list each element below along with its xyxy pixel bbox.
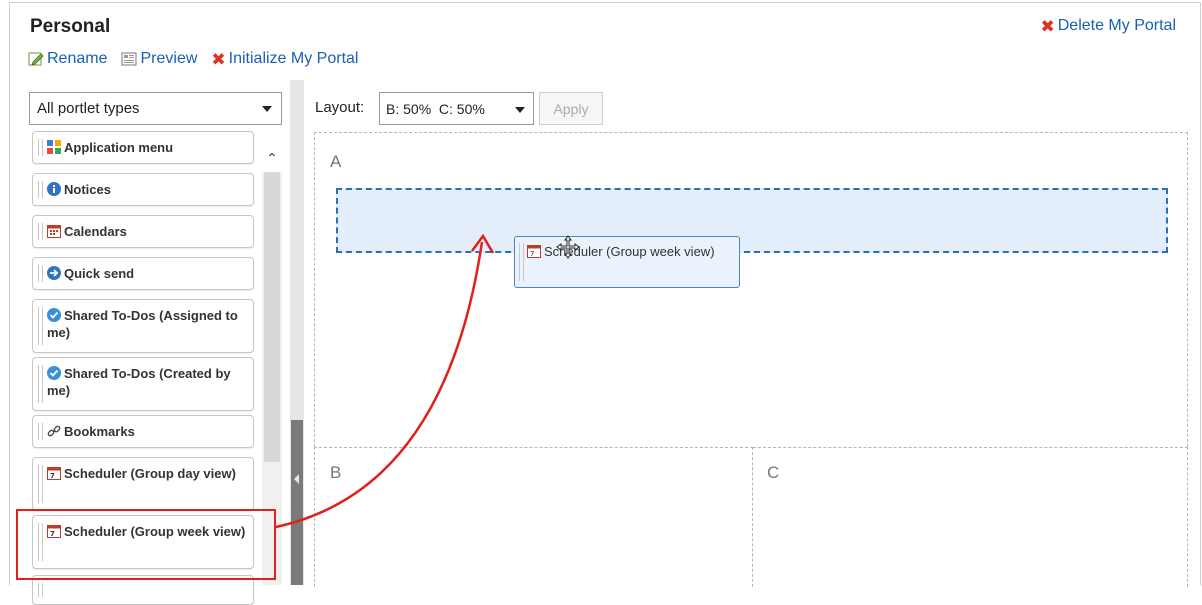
collapse-arrow-icon[interactable] [294,474,299,484]
svg-text:7: 7 [50,472,55,480]
palette-scroll-thumb[interactable] [264,172,280,462]
scroll-up-button[interactable]: ⌃ [262,146,282,170]
portlet-item[interactable]: Calendars [32,215,254,248]
zone-b-label: B [330,463,342,482]
zone-c-label: C [767,463,780,482]
preview-icon [121,52,137,66]
portlet-item[interactable]: Quick send [32,257,254,290]
move-cursor-icon [556,235,580,259]
portlet-item[interactable]: Bookmarks [32,415,254,448]
portlet-item[interactable]: Shared To-Dos (Assigned to me) [32,299,254,353]
todo-icon [47,366,61,380]
link-icon [47,425,61,437]
initialize-my-portal-link[interactable]: ✖ Initialize My Portal [211,50,358,68]
rename-link[interactable]: Rename [28,50,107,68]
dragged-portlet[interactable]: 7 Scheduler (Group week view) [514,236,740,288]
portlet-item[interactable]: Notices [32,173,254,206]
scheduler-icon: 7 [527,245,541,258]
chevron-down-icon [262,106,272,112]
portlet-item[interactable]: 7 Scheduler (Group day view) [32,457,254,511]
initialize-x-icon: ✖ [211,49,226,69]
initialize-label: Initialize My Portal [228,50,359,67]
highlight-box [16,509,276,580]
layout-zone-b[interactable] [314,447,753,587]
send-icon [47,266,61,280]
preview-label: Preview [140,50,198,67]
splitter-handle[interactable] [291,420,303,585]
portlet-type-select[interactable]: All portlet types [29,92,282,125]
portlet-item[interactable]: Application menu [32,131,254,164]
layout-label: Layout: [315,99,365,116]
chevron-down-icon [515,107,525,113]
layout-zone-c[interactable] [753,447,1188,587]
zone-a-label: A [330,152,342,171]
scheduler-icon: 7 [47,467,61,480]
todo-icon [47,308,61,322]
apply-button[interactable]: Apply [539,92,603,125]
portlet-item[interactable]: Shared To-Dos (Created by me) [32,357,254,411]
preview-link[interactable]: Preview [121,50,197,68]
delete-x-icon: ✖ [1040,16,1055,36]
calendar-icon [47,225,61,238]
app-menu-icon [47,140,61,154]
svg-text:7: 7 [530,250,534,258]
delete-my-portal-link[interactable]: ✖ Delete My Portal [1040,17,1176,35]
drop-target-placeholder [336,188,1168,253]
layout-select[interactable]: B: 50% C: 50% [379,92,534,125]
rename-label: Rename [47,50,108,67]
layout-value: B: 50% C: 50% [386,100,485,117]
portal-toolbar: Rename Preview ✖ Initialize My Portal [28,50,372,68]
page-title: Personal [30,16,111,37]
delete-my-portal-label: Delete My Portal [1057,17,1176,34]
portlet-type-value: All portlet types [37,100,140,117]
layout-zone-a[interactable] [314,132,1188,447]
info-icon [47,182,61,196]
rename-icon [28,52,44,66]
